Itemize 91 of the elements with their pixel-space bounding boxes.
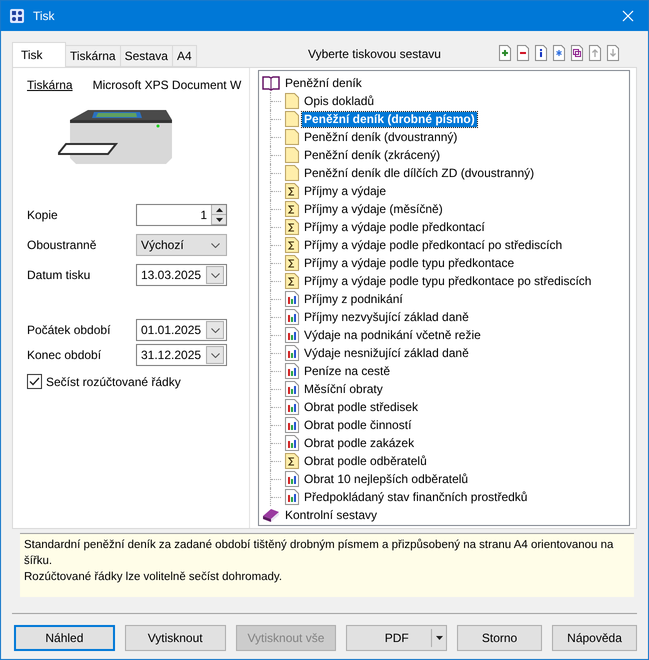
- section-heading: Vyberte tiskovou sestavu: [307, 47, 442, 61]
- info-icon[interactable]: [535, 45, 547, 61]
- tree-item[interactable]: Příjmy a výdaje podle typu předkontace po střediscích: [302, 274, 594, 288]
- document-icon: [285, 111, 299, 127]
- description-text: Standardní peněžní deník za zadané období tištěný drobným písmem a přizpůsobený na stranu A4 orientovanou na šířku.: [24, 538, 614, 569]
- tree-item[interactable]: Obrat podle středisek: [302, 400, 420, 414]
- tree-item[interactable]: Peněžní deník (drobné písmo): [302, 112, 477, 126]
- tree-item[interactable]: Příjmy z podnikání: [302, 292, 405, 306]
- document-icon: [285, 165, 299, 181]
- document-icon: [285, 93, 299, 109]
- tree-item[interactable]: Peněžní deník (dvoustranný): [302, 130, 460, 144]
- tree-item[interactable]: Příjmy a výdaje: [302, 184, 388, 198]
- dialog-button[interactable]: Nápověda: [552, 625, 638, 651]
- tree-item[interactable]: Obrat 10 nejlepších odběratelů: [302, 472, 470, 486]
- tree-item[interactable]: Příjmy a výdaje podle předkontací: [302, 220, 487, 234]
- chart-document-icon: [285, 363, 299, 379]
- tree-item[interactable]: Výdaje na podnikání včetně režie: [302, 328, 483, 342]
- tree-item[interactable]: Peněžní deník (zkrácený): [302, 148, 442, 162]
- chart-document-icon: [285, 471, 299, 487]
- remove-icon[interactable]: [517, 45, 529, 61]
- document-icon: [285, 147, 299, 163]
- tree-item[interactable]: Peněžní deník: [283, 76, 364, 90]
- description-text: Rozúčtované řádky lze volitelně sečíst dohromady.: [24, 570, 284, 585]
- chevron-down-icon: [210, 328, 220, 332]
- tree-item[interactable]: Peněžní deník dle dílčích ZD (dvoustranný): [302, 166, 536, 180]
- field-label: Kopie: [27, 208, 59, 222]
- chart-document-icon: [285, 309, 299, 325]
- chart-document-icon: [285, 327, 299, 343]
- sigma-document-icon: [285, 219, 299, 235]
- dropdown-button[interactable]: [206, 346, 224, 364]
- copies-spin-field[interactable]: 1: [136, 204, 227, 226]
- sigma-document-icon: [285, 201, 299, 217]
- dialog-button[interactable]: Náhled: [14, 625, 115, 651]
- sigma-document-icon: [285, 183, 299, 199]
- tab[interactable]: Tiskárna: [65, 45, 121, 67]
- field-label: Datum tisku: [27, 268, 92, 282]
- chart-document-icon: [285, 489, 299, 505]
- chart-document-icon: [285, 291, 299, 307]
- tree-item[interactable]: Obrat podle odběratelů: [302, 454, 429, 468]
- field-label: Konec období: [27, 348, 102, 362]
- up-arrow-icon[interactable]: [216, 208, 222, 212]
- field-label: Počátek období: [27, 323, 112, 337]
- dialog-button[interactable]: Vytisknout: [124, 625, 226, 651]
- field-label: Oboustranně: [27, 238, 98, 252]
- tree-item[interactable]: Měsíční obraty: [302, 382, 385, 396]
- sigma-document-icon: [285, 453, 299, 469]
- tree-item[interactable]: Příjmy nezvyšující základ daně: [302, 310, 471, 324]
- add-icon[interactable]: [499, 45, 511, 61]
- checkbox-label: Sečíst rozúčtované řádky: [46, 374, 181, 388]
- document-icon: [285, 129, 299, 145]
- tree-item[interactable]: Předpokládaný stav finančních prostředků: [302, 490, 530, 504]
- chart-document-icon: [285, 399, 299, 415]
- asterisk-icon[interactable]: [553, 45, 565, 61]
- sigma-document-icon: [285, 273, 299, 289]
- tree-item[interactable]: Výdaje nesnižující základ daně: [302, 346, 471, 360]
- chart-document-icon: [285, 381, 299, 397]
- copy-icon[interactable]: [571, 45, 583, 61]
- tree-item[interactable]: Opis dokladů: [302, 94, 376, 108]
- dialog-button[interactable]: PDF: [346, 625, 448, 651]
- chart-document-icon: [285, 417, 299, 433]
- chevron-down-icon: [210, 352, 220, 358]
- tab[interactable]: Sestava: [120, 45, 173, 67]
- date-field[interactable]: 31.12.2025: [136, 344, 227, 366]
- tab[interactable]: A4: [172, 45, 197, 67]
- dropdown-button[interactable]: [206, 321, 224, 339]
- window-title: Tisk: [33, 9, 56, 23]
- sigma-document-icon: [285, 237, 299, 253]
- date-field[interactable]: 13.03.2025: [136, 264, 227, 286]
- tree-item[interactable]: Obrat podle zakázek: [302, 436, 416, 450]
- tab[interactable]: Tisk: [12, 42, 66, 67]
- chart-document-icon: [285, 345, 299, 361]
- checkbox[interactable]: [27, 374, 42, 389]
- tree-item[interactable]: Peníze na cestě: [302, 364, 392, 378]
- chart-document-icon: [285, 435, 299, 451]
- tree-item[interactable]: Obrat podle činností: [302, 418, 414, 432]
- printer-link[interactable]: Tiskárna: [27, 78, 73, 92]
- tree-item[interactable]: Příjmy a výdaje (měsíčně): [302, 202, 445, 216]
- app-icon: [9, 8, 25, 24]
- printer-name: Microsoft XPS Document W: [92, 78, 242, 92]
- dropdown-button[interactable]: [206, 266, 224, 284]
- date-field[interactable]: 01.01.2025: [136, 319, 227, 341]
- tree-item[interactable]: Kontrolní sestavy: [283, 508, 380, 522]
- dialog-button[interactable]: Storno: [457, 625, 542, 651]
- chevron-down-icon: [211, 242, 220, 248]
- sigma-document-icon: [285, 255, 299, 271]
- down-arrow-icon[interactable]: [216, 218, 222, 222]
- dropdown[interactable]: Výchozí: [136, 234, 227, 256]
- close-icon[interactable]: [622, 10, 634, 22]
- chevron-down-icon: [210, 272, 220, 278]
- tree-item[interactable]: Příjmy a výdaje podle typu předkontace: [302, 256, 516, 270]
- tree-item[interactable]: Příjmy a výdaje podle předkontací po střediscích: [302, 238, 564, 252]
